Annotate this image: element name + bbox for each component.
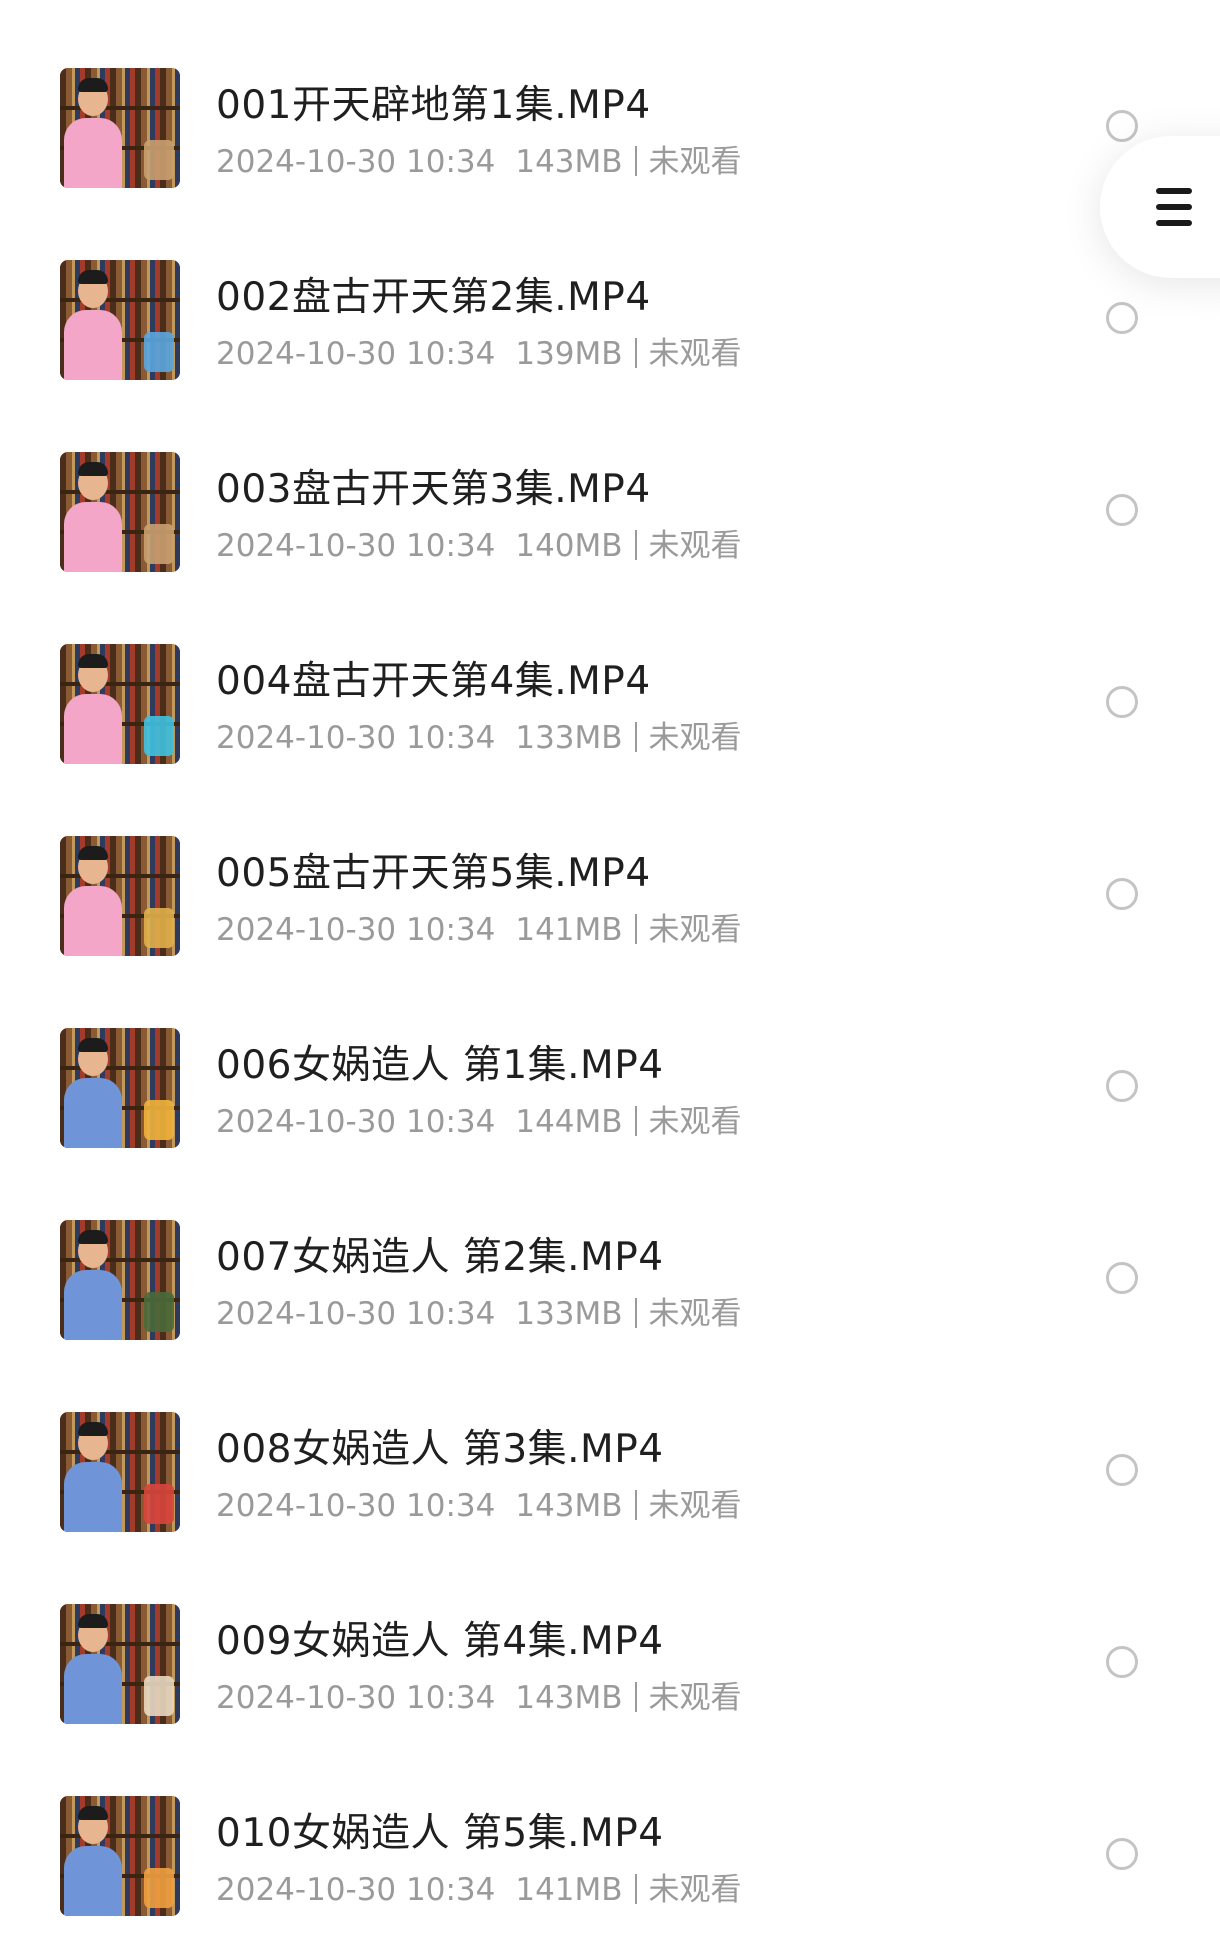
video-title: 002盘古开天第2集.MP4 <box>216 275 651 320</box>
video-datetime: 2024-10-30 10:34 <box>216 528 496 564</box>
video-meta: 2024-10-30 10:34 144MB 未观看 <box>216 1096 742 1141</box>
video-title: 010女娲造人 第5集.MP4 <box>216 1811 664 1856</box>
video-title: 007女娲造人 第2集.MP4 <box>216 1235 664 1280</box>
video-title: 009女娲造人 第4集.MP4 <box>216 1619 664 1664</box>
select-radio[interactable] <box>1106 1070 1138 1102</box>
video-thumbnail <box>60 1796 180 1916</box>
video-size: 140MB <box>515 528 623 564</box>
video-thumbnail <box>60 836 180 956</box>
select-radio[interactable] <box>1106 878 1138 910</box>
video-size: 133MB <box>515 720 623 756</box>
video-size: 141MB <box>515 1872 623 1908</box>
watch-status: 未观看 <box>648 912 742 948</box>
meta-divider <box>634 1298 637 1328</box>
video-title: 004盘古开天第4集.MP4 <box>216 659 651 704</box>
video-item-4[interactable]: 004盘古开天第4集.MP4 2024-10-30 10:34 133MB 未观看 <box>0 576 1220 768</box>
watch-status: 未观看 <box>648 1488 742 1524</box>
video-size: 133MB <box>515 1296 623 1332</box>
meta-divider <box>634 914 637 944</box>
video-datetime: 2024-10-30 10:34 <box>216 1488 496 1524</box>
video-thumbnail <box>60 1604 180 1724</box>
watch-status: 未观看 <box>648 1872 742 1908</box>
video-datetime: 2024-10-30 10:34 <box>216 720 496 756</box>
video-thumbnail <box>60 1412 180 1532</box>
video-meta: 2024-10-30 10:34 139MB 未观看 <box>216 328 742 373</box>
watch-status: 未观看 <box>648 336 742 372</box>
meta-divider <box>634 1874 637 1904</box>
video-meta: 2024-10-30 10:34 133MB 未观看 <box>216 712 742 757</box>
video-thumbnail <box>60 68 180 188</box>
video-datetime: 2024-10-30 10:34 <box>216 1872 496 1908</box>
watch-status: 未观看 <box>648 1680 742 1716</box>
video-size: 143MB <box>515 1680 623 1716</box>
video-title: 001开天辟地第1集.MP4 <box>216 83 651 128</box>
video-datetime: 2024-10-30 10:34 <box>216 1296 496 1332</box>
video-item-10[interactable]: 010女娲造人 第5集.MP4 2024-10-30 10:34 141MB 未观看 <box>0 1728 1220 1920</box>
watch-status: 未观看 <box>648 1104 742 1140</box>
video-item-1[interactable]: 001开天辟地第1集.MP4 2024-10-30 10:34 143MB 未观看 <box>0 0 1220 192</box>
video-item-7[interactable]: 007女娲造人 第2集.MP4 2024-10-30 10:34 133MB 未观看 <box>0 1152 1220 1344</box>
video-item-3[interactable]: 003盘古开天第3集.MP4 2024-10-30 10:34 140MB 未观看 <box>0 384 1220 576</box>
video-item-9[interactable]: 009女娲造人 第4集.MP4 2024-10-30 10:34 143MB 未观看 <box>0 1536 1220 1728</box>
video-thumbnail <box>60 644 180 764</box>
video-title: 003盘古开天第3集.MP4 <box>216 467 651 512</box>
meta-divider <box>634 338 637 368</box>
meta-divider <box>634 146 637 176</box>
video-size: 139MB <box>515 336 623 372</box>
select-radio[interactable] <box>1106 1454 1138 1486</box>
select-radio[interactable] <box>1106 110 1138 142</box>
video-item-2[interactable]: 002盘古开天第2集.MP4 2024-10-30 10:34 139MB 未观看 <box>0 192 1220 384</box>
video-meta: 2024-10-30 10:34 133MB 未观看 <box>216 1288 742 1333</box>
video-size: 143MB <box>515 144 623 180</box>
meta-divider <box>634 1490 637 1520</box>
video-meta: 2024-10-30 10:34 143MB 未观看 <box>216 136 742 181</box>
video-title: 005盘古开天第5集.MP4 <box>216 851 651 896</box>
watch-status: 未观看 <box>648 1296 742 1332</box>
video-size: 144MB <box>515 1104 623 1140</box>
video-size: 143MB <box>515 1488 623 1524</box>
meta-divider <box>634 530 637 560</box>
video-item-6[interactable]: 006女娲造人 第1集.MP4 2024-10-30 10:34 144MB 未观看 <box>0 960 1220 1152</box>
video-datetime: 2024-10-30 10:34 <box>216 144 496 180</box>
video-datetime: 2024-10-30 10:34 <box>216 1104 496 1140</box>
video-meta: 2024-10-30 10:34 143MB 未观看 <box>216 1672 742 1717</box>
video-item-5[interactable]: 005盘古开天第5集.MP4 2024-10-30 10:34 141MB 未观看 <box>0 768 1220 960</box>
select-radio[interactable] <box>1106 494 1138 526</box>
video-thumbnail <box>60 1220 180 1340</box>
meta-divider <box>634 1682 637 1712</box>
select-radio[interactable] <box>1106 686 1138 718</box>
video-meta: 2024-10-30 10:34 143MB 未观看 <box>216 1480 742 1525</box>
meta-divider <box>634 722 637 752</box>
watch-status: 未观看 <box>648 720 742 756</box>
select-radio[interactable] <box>1106 302 1138 334</box>
select-radio[interactable] <box>1106 1646 1138 1678</box>
video-meta: 2024-10-30 10:34 140MB 未观看 <box>216 520 742 565</box>
video-thumbnail <box>60 260 180 380</box>
video-meta: 2024-10-30 10:34 141MB 未观看 <box>216 904 742 949</box>
watch-status: 未观看 <box>648 528 742 564</box>
select-radio[interactable] <box>1106 1262 1138 1294</box>
hamburger-menu-icon <box>1156 188 1192 226</box>
video-datetime: 2024-10-30 10:34 <box>216 336 496 372</box>
video-datetime: 2024-10-30 10:34 <box>216 1680 496 1716</box>
meta-divider <box>634 1106 637 1136</box>
video-meta: 2024-10-30 10:34 141MB 未观看 <box>216 1864 742 1909</box>
video-item-8[interactable]: 008女娲造人 第3集.MP4 2024-10-30 10:34 143MB 未观看 <box>0 1344 1220 1536</box>
select-radio[interactable] <box>1106 1838 1138 1870</box>
video-title: 008女娲造人 第3集.MP4 <box>216 1427 664 1472</box>
video-thumbnail <box>60 1028 180 1148</box>
video-size: 141MB <box>515 912 623 948</box>
video-title: 006女娲造人 第1集.MP4 <box>216 1043 664 1088</box>
watch-status: 未观看 <box>648 144 742 180</box>
video-thumbnail <box>60 452 180 572</box>
video-datetime: 2024-10-30 10:34 <box>216 912 496 948</box>
